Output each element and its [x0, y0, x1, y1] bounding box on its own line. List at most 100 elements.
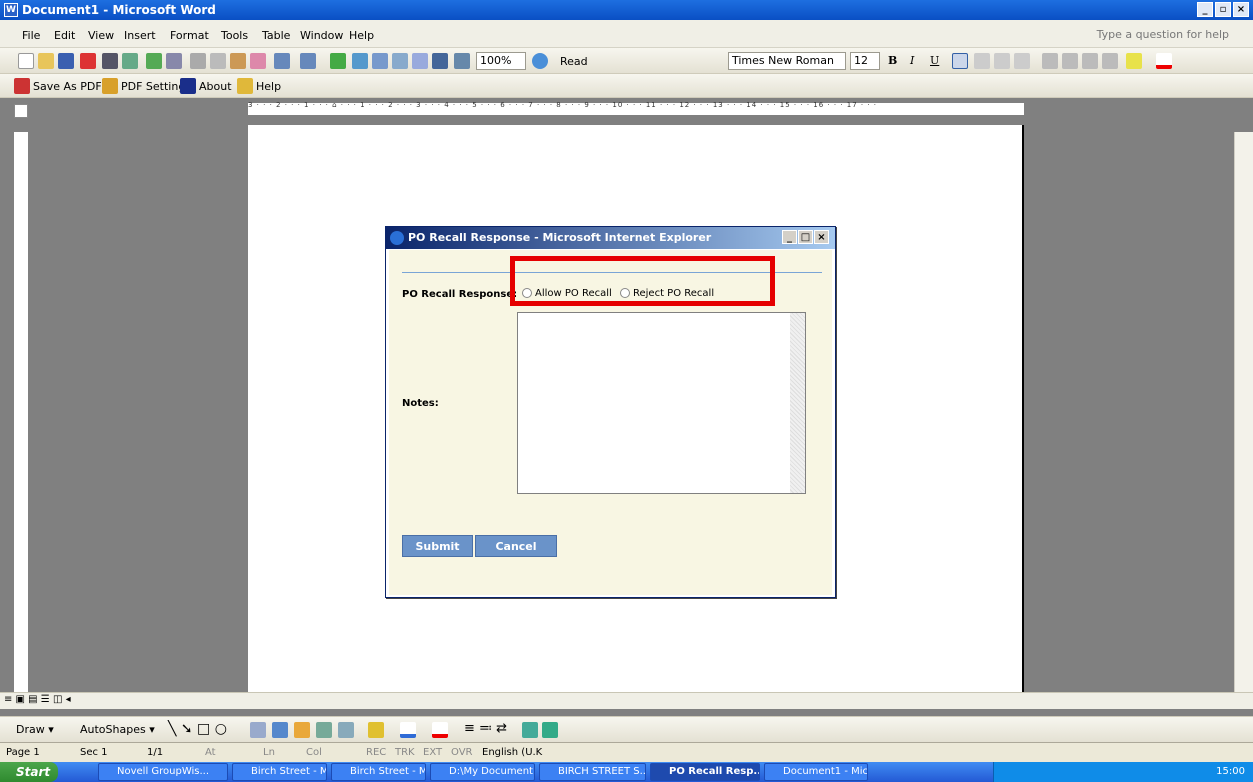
status-language[interactable]: English (U.K [482, 747, 542, 758]
columns-icon[interactable] [412, 53, 428, 69]
menu-view[interactable]: View [88, 29, 114, 42]
paste-icon[interactable] [230, 53, 246, 69]
menu-format[interactable]: Format [170, 29, 209, 42]
about-button[interactable]: About [199, 80, 232, 93]
dialog-close-button[interactable]: × [814, 230, 829, 244]
status-trk[interactable]: TRK [395, 747, 415, 758]
minimize-button[interactable]: _ [1197, 2, 1213, 17]
align-center-icon[interactable] [974, 53, 990, 69]
pdf-help-button[interactable]: Help [256, 80, 281, 93]
increase-indent-icon[interactable] [1102, 53, 1118, 69]
clock[interactable]: 15:00 [1216, 766, 1245, 777]
menu-insert[interactable]: Insert [124, 29, 156, 42]
task-birch-street-1[interactable]: Birch Street - Mi... [232, 763, 327, 781]
italic-button[interactable]: I [910, 54, 914, 67]
font-name-combo[interactable]: Times New Roman [728, 52, 846, 70]
draw-font-color-icon[interactable] [432, 722, 448, 738]
picture-icon[interactable] [338, 722, 354, 738]
notes-label: Notes: [402, 398, 439, 409]
permission-icon[interactable] [80, 53, 96, 69]
menu-window[interactable]: Window [300, 29, 343, 42]
task-my-documents[interactable]: D:\My Document... [430, 763, 535, 781]
menu-table[interactable]: Table [262, 29, 290, 42]
help-search-input[interactable]: Type a question for help [1097, 28, 1229, 41]
spelling-icon[interactable] [146, 53, 162, 69]
notes-scrollbar[interactable] [790, 313, 805, 493]
submit-button[interactable]: Submit [402, 535, 473, 557]
decrease-indent-icon[interactable] [1082, 53, 1098, 69]
standard-toolbar: 100% Read Times New Roman 12 B I U [0, 48, 1253, 74]
status-ext[interactable]: EXT [423, 747, 442, 758]
redo-icon[interactable] [300, 53, 316, 69]
notes-textarea[interactable] [517, 312, 806, 494]
menu-file[interactable]: File [22, 29, 40, 42]
diagram-icon[interactable] [294, 722, 310, 738]
line-arrow-shape-icons[interactable]: ╲ ➘ □ ○ [168, 721, 227, 737]
restore-button[interactable]: ▫ [1215, 2, 1231, 17]
numbering-icon[interactable] [1042, 53, 1058, 69]
align-left-icon[interactable] [952, 53, 968, 69]
tables-borders-icon[interactable] [352, 53, 368, 69]
pdf-toolbar: Save As PDF PDF Setting About Help [0, 74, 1253, 98]
drawing-icon[interactable] [432, 53, 448, 69]
help-icon[interactable] [532, 53, 548, 69]
window-title-bar[interactable]: W Document1 - Microsoft Word _ ▫ × [0, 0, 1253, 20]
print-icon[interactable] [102, 53, 118, 69]
tab-selector[interactable] [14, 104, 28, 118]
draw-menu-button[interactable]: Draw ▾ [16, 723, 54, 736]
font-color-icon[interactable] [1156, 53, 1172, 69]
read-button[interactable]: Read [560, 55, 588, 68]
clipart-icon[interactable] [316, 722, 332, 738]
zoom-combo[interactable]: 100% [476, 52, 526, 70]
save-as-pdf-button[interactable]: Save As PDF [33, 80, 102, 93]
menu-edit[interactable]: Edit [54, 29, 75, 42]
fill-color-icon[interactable] [368, 722, 384, 738]
bold-button[interactable]: B [888, 54, 897, 67]
insert-excel-icon[interactable] [392, 53, 408, 69]
print-preview-icon[interactable] [122, 53, 138, 69]
hyperlink-icon[interactable] [330, 53, 346, 69]
task-birch-street-2[interactable]: Birch Street - Mi... [331, 763, 426, 781]
dialog-minimize-button[interactable]: _ [782, 230, 797, 244]
pdf-help-icon [237, 78, 253, 94]
start-button[interactable]: Start [0, 762, 58, 782]
menu-help[interactable]: Help [349, 29, 374, 42]
vertical-scrollbar[interactable] [1234, 132, 1253, 692]
underline-button[interactable]: U [930, 54, 939, 67]
dialog-maximize-button[interactable]: □ [798, 230, 813, 244]
cancel-button[interactable]: Cancel [475, 535, 557, 557]
task-document1[interactable]: Document1 - Mic... [764, 763, 868, 781]
undo-icon[interactable] [274, 53, 290, 69]
document-map-icon[interactable] [454, 53, 470, 69]
view-mode-icons[interactable]: ≡ ▣ ▤ ☰ ◫ ◂ [4, 694, 71, 705]
task-groupwise[interactable]: Novell GroupWis... [98, 763, 228, 781]
align-right-icon[interactable] [994, 53, 1010, 69]
justify-icon[interactable] [1014, 53, 1030, 69]
insert-table-icon[interactable] [372, 53, 388, 69]
autoshapes-menu-button[interactable]: AutoShapes ▾ [80, 723, 155, 736]
3d-icon[interactable] [542, 722, 558, 738]
pdf-setting-button[interactable]: PDF Setting [121, 80, 185, 93]
dialog-title-bar[interactable]: PO Recall Response - Microsoft Internet … [386, 227, 835, 249]
highlight-icon[interactable] [1126, 53, 1142, 69]
status-rec[interactable]: REC [366, 747, 386, 758]
menu-tools[interactable]: Tools [221, 29, 248, 42]
save-icon[interactable] [58, 53, 74, 69]
line-style-icons[interactable]: ≡ ≕ ⇄ [464, 721, 507, 736]
new-document-icon[interactable] [18, 53, 34, 69]
format-painter-icon[interactable] [250, 53, 266, 69]
close-button[interactable]: × [1233, 2, 1249, 17]
cut-icon[interactable] [190, 53, 206, 69]
line-color-icon[interactable] [400, 722, 416, 738]
task-po-recall-response[interactable]: PO Recall Resp... [650, 763, 760, 781]
status-ovr[interactable]: OVR [451, 747, 472, 758]
bullets-icon[interactable] [1062, 53, 1078, 69]
research-icon[interactable] [166, 53, 182, 69]
font-size-combo[interactable]: 12 [850, 52, 880, 70]
wordart-icon[interactable] [272, 722, 288, 738]
copy-icon[interactable] [210, 53, 226, 69]
task-birch-street-s[interactable]: BIRCH STREET S... [539, 763, 646, 781]
shadow-icon[interactable] [522, 722, 538, 738]
textbox-icon[interactable] [250, 722, 266, 738]
open-folder-icon[interactable] [38, 53, 54, 69]
